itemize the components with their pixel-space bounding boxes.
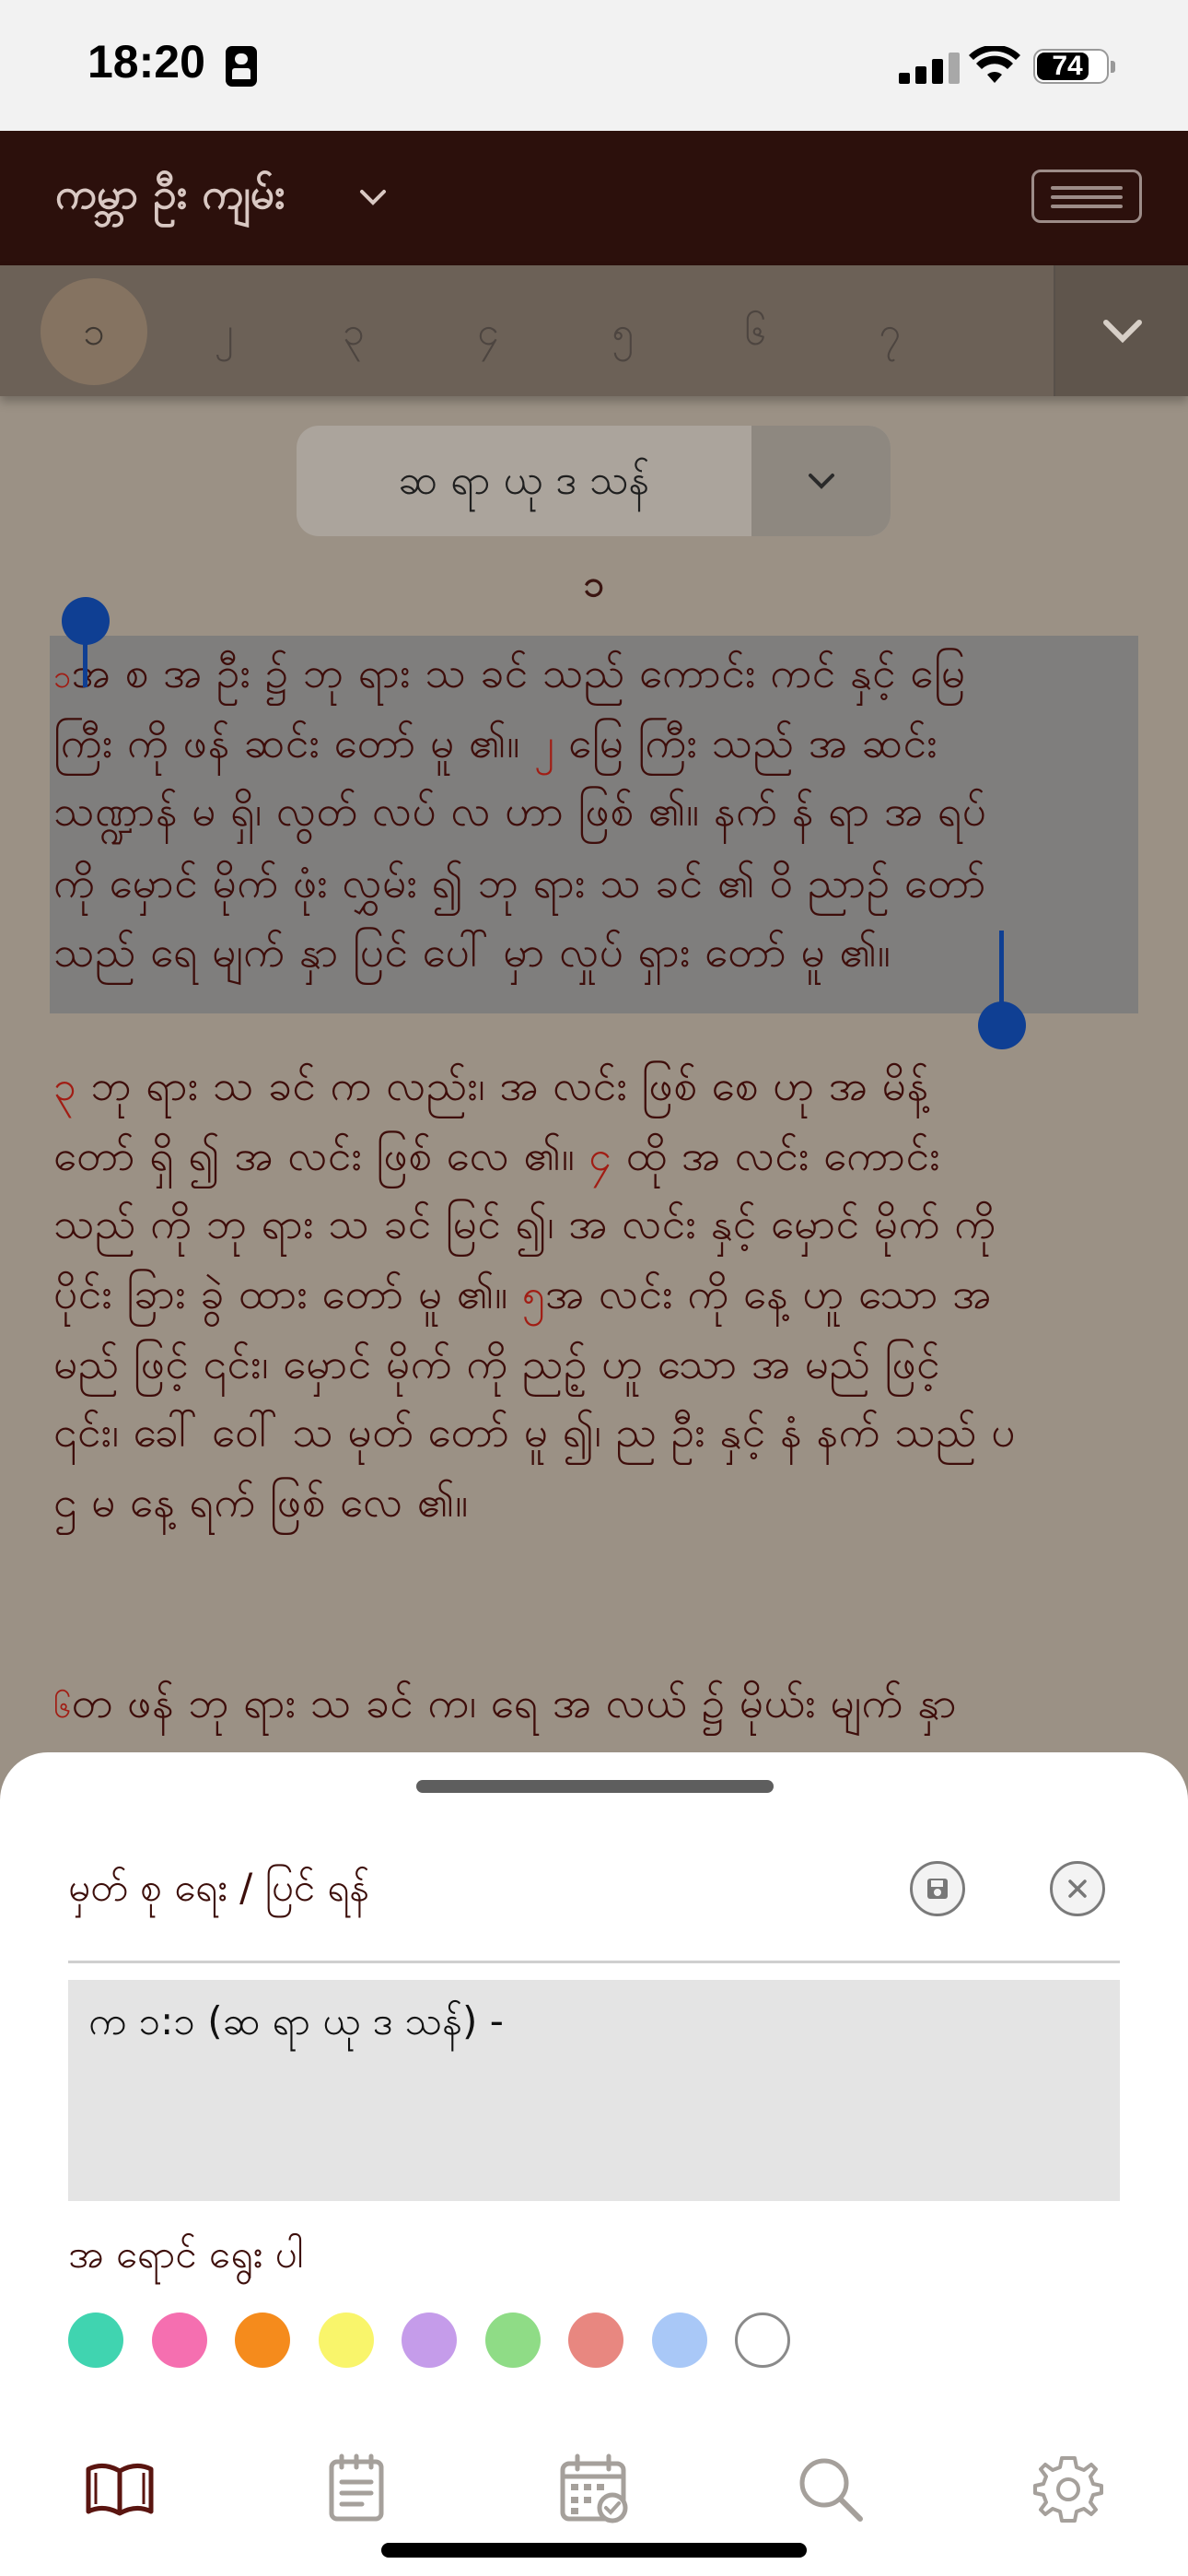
- verse-line[interactable]: သည် ကို ဘု ရား သ ခင် မြင် ၍၊ အ လင်း နှင့…: [53, 1198, 996, 1259]
- calendar-icon[interactable]: [557, 2453, 631, 2526]
- verse-text-segment: ၎င်း၊ ခေါ် ဝေါ် သ မုတ် တော် မူ ၍၊ ည ဦး န…: [53, 1407, 1017, 1457]
- verse-text-segment: ထို အ လင်း ကောင်း: [611, 1130, 941, 1180]
- status-time: 18:20: [87, 36, 205, 88]
- verse-number: ၂: [533, 720, 555, 767]
- verse-line[interactable]: ၆တ ဖန် ဘု ရား သ ခင် က၊ ရေ အ လယ် ၌ မိုယ်း…: [53, 1677, 957, 1739]
- chapter-7[interactable]: ၇: [836, 278, 943, 385]
- verse-line[interactable]: မည် ဖြင့် ၎င်း၊ မှောင် မိုက် ကို ညဥ့် ဟူ…: [53, 1338, 940, 1399]
- book-selector[interactable]: ကမ္ဘာ ဦး ကျမ်း: [55, 168, 285, 229]
- status-bar: 18:20 74: [0, 0, 1188, 131]
- chapter-4[interactable]: ၄: [435, 278, 542, 385]
- verse-line[interactable]: ၁အ စ အ ဦး ၌ ဘု ရား သ ခင် သည် ကောင်း ကင် …: [53, 647, 966, 708]
- app-header: ကမ္ဘာ ဦး ကျမ်း: [0, 131, 1188, 265]
- battery-icon: 74: [1033, 49, 1115, 84]
- chevron-down-icon[interactable]: [355, 179, 391, 216]
- divider: [68, 1961, 1120, 1963]
- version-name[interactable]: ဆ ရာ ယု ဒ သန်: [297, 426, 751, 536]
- verse-line[interactable]: သဏ္ဍာန် မ ရှိ၊ လွတ် လပ် လ ဟာ ဖြစ် ၏။ နက်…: [53, 785, 987, 847]
- close-icon: [1068, 1879, 1087, 1898]
- verse-text-segment: မြေ ကြီး သည် အ ဆင်း: [554, 718, 938, 767]
- selection-start-handle[interactable]: [62, 597, 110, 645]
- verse-number: ၅: [521, 1271, 546, 1318]
- chevron-down-icon: [809, 474, 834, 489]
- sheet-grabber[interactable]: [416, 1780, 774, 1793]
- expand-chapters-button[interactable]: [1054, 265, 1188, 396]
- chapter-6[interactable]: ၆: [702, 278, 809, 385]
- verse-number: ၄: [588, 1133, 612, 1180]
- color-swatch[interactable]: [319, 2313, 374, 2368]
- note-text-field[interactable]: က ၁:၁ (ဆ ရာ ယု ဒ သန်) -: [68, 1980, 1120, 2201]
- note-sheet: မှတ် စု ရေး / ပြင် ရန် က ၁:၁ (ဆ ရာ ယု ဒ …: [0, 1752, 1188, 2576]
- app-screen: 18:20 74 ကမ္ဘာ ဦး ကျမ်း ၁ ၂ ၃ ၄ ၅ ၆ ၇ ဆ …: [0, 0, 1188, 2576]
- book-icon[interactable]: [83, 2453, 157, 2526]
- home-indicator: [381, 2543, 807, 2558]
- color-swatch[interactable]: [652, 2313, 707, 2368]
- verse-line[interactable]: ပိုင်း ခြား ခွဲ ထား တော် မူ ၏။ ၅အ လင်း က…: [53, 1268, 992, 1329]
- verse-text-segment: သည် ရေ မျက် နှာ ပြင် ပေါ် မှာ လှုပ် ရှား…: [53, 927, 891, 977]
- battery-percent: 74: [1052, 51, 1083, 81]
- version-dropdown-button[interactable]: [751, 426, 891, 536]
- verse-text-segment: မည် ဖြင့် ၎င်း၊ မှောင် မိုက် ကို ညဥ့် ဟူ…: [53, 1339, 941, 1388]
- verse-line[interactable]: ၃ ဘု ရား သ ခင် က လည်း၊ အ လင်း ဖြစ် စေ ဟု…: [53, 1060, 929, 1121]
- verse-text-segment: တ ဖန် ဘု ရား သ ခင် က၊ ရေ အ လယ် ၌ မိုယ်း …: [71, 1678, 958, 1727]
- color-swatch[interactable]: [735, 2313, 790, 2368]
- verse-line[interactable]: သည် ရေ မျက် နှာ ပြင် ပေါ် မှာ လှုပ် ရှား…: [53, 926, 891, 988]
- search-icon[interactable]: [794, 2453, 868, 2526]
- chapter-5[interactable]: ၅: [569, 278, 676, 385]
- verse-number: ၆: [53, 1689, 72, 1726]
- chapter-heading: ၁: [583, 563, 605, 605]
- selection-end-handle[interactable]: [978, 1001, 1026, 1049]
- cellular-signal-icon: [899, 53, 960, 84]
- reading-mode-button[interactable]: [1031, 170, 1142, 223]
- verse-text-segment: ဌ မ နေ့ ရက် ဖြစ် လေ ၏။: [53, 1477, 469, 1527]
- color-picker-title: အ ရောင် ရွေး ပါ: [68, 2231, 304, 2277]
- verse-line[interactable]: တော် ရှိ ၍ အ လင်း ဖြစ် လေ ၏။ ၄ ထို အ လင်…: [53, 1130, 940, 1191]
- verse-text-segment: ကြီး ကို ဖန် ဆင်း တော် မူ ၏။: [53, 718, 534, 767]
- settings-icon[interactable]: [1031, 2453, 1105, 2526]
- color-swatch[interactable]: [485, 2313, 541, 2368]
- color-swatch[interactable]: [235, 2313, 290, 2368]
- chapter-1[interactable]: ၁: [41, 278, 147, 385]
- verse-line[interactable]: ဌ မ နေ့ ရက် ဖြစ် လေ ၏။: [53, 1476, 469, 1538]
- verse-line[interactable]: ကြီး ကို ဖန် ဆင်း တော် မူ ၏။ ၂ မြေ ကြီး …: [53, 717, 938, 779]
- chevron-down-icon: [1103, 320, 1142, 344]
- verse-text-segment: သဏ္ဍာန် မ ရှိ၊ လွတ် လပ် လ ဟာ ဖြစ် ၏။ နက်…: [53, 786, 987, 836]
- verse-number: ၃: [53, 1063, 77, 1110]
- color-swatch[interactable]: [152, 2313, 207, 2368]
- verse-line[interactable]: ၎င်း၊ ခေါ် ဝေါ် သ မုတ် တော် မူ ၍၊ ည ဦး န…: [53, 1406, 1016, 1468]
- color-swatch[interactable]: [402, 2313, 457, 2368]
- save-button[interactable]: [910, 1861, 965, 1916]
- selection-end-stem: [999, 931, 1004, 1009]
- chapter-2[interactable]: ၂: [170, 278, 277, 385]
- verse-text-segment: ပိုင်း ခြား ခွဲ ထား တော် မူ ၏။: [53, 1269, 522, 1318]
- verse-line[interactable]: ကို မှောင် မိုက် ဖုံး လွှမ်း ၍ ဘု ရား သ …: [53, 857, 986, 919]
- notes-icon[interactable]: [320, 2453, 393, 2526]
- color-swatch[interactable]: [68, 2313, 123, 2368]
- verse-text-segment: ကို မှောင် မိုက် ဖုံး လွှမ်း ၍ ဘု ရား သ …: [53, 858, 987, 907]
- version-selector[interactable]: ဆ ရာ ယု ဒ သန်: [297, 426, 891, 536]
- wifi-icon: [969, 46, 1020, 83]
- verse-text-segment: အ စ အ ဦး ၌ ဘု ရား သ ခင် သည် ကောင်း ကင် န…: [71, 648, 966, 697]
- close-button[interactable]: [1050, 1861, 1105, 1916]
- color-swatch[interactable]: [568, 2313, 623, 2368]
- chapter-3[interactable]: ၃: [300, 278, 407, 385]
- verse-number: ၁: [53, 659, 72, 696]
- verse-text-segment: တော် ရှိ ၍ အ လင်း ဖြစ် လေ ၏။: [53, 1130, 589, 1180]
- save-icon: [927, 1879, 948, 1899]
- verse-text-segment: သည် ကို ဘု ရား သ ခင် မြင် ၍၊ အ လင်း နှင့…: [53, 1199, 996, 1248]
- verse-text-segment: အ လင်း ကို နေ့ ဟူ သော အ: [545, 1269, 992, 1318]
- chapter-bar: ၁ ၂ ၃ ၄ ၅ ၆ ၇: [0, 265, 1188, 396]
- verse-text-segment: ဘု ရား သ ခင် က လည်း၊ အ လင်း ဖြစ် စေ ဟု အ…: [76, 1060, 929, 1110]
- note-sheet-title: မှတ် စု ရေး / ပြင် ရန်: [68, 1865, 370, 1910]
- contact-icon: [226, 46, 257, 87]
